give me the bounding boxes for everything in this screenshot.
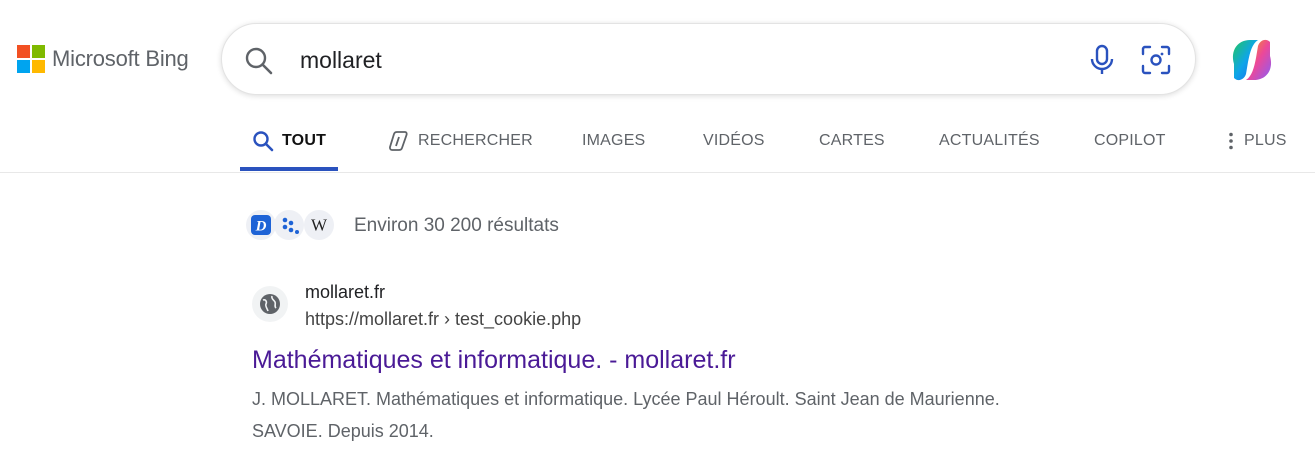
active-tab-indicator [240, 167, 338, 171]
tab-copilot[interactable]: COPILOT [1094, 112, 1166, 170]
tab-label: PLUS [1244, 132, 1287, 149]
site-url[interactable]: https://mollaret.fr › test_cookie.php [305, 309, 581, 330]
visual-search-icon[interactable] [1140, 44, 1172, 76]
tab-label: COPILOT [1094, 132, 1166, 149]
globe-icon[interactable] [252, 286, 288, 322]
wikipedia-icon: W [304, 210, 334, 240]
result-title-link[interactable]: Mathématiques et informatique. - mollare… [252, 346, 736, 375]
tab-maps[interactable]: CARTES [819, 112, 885, 170]
bing-logo[interactable]: Microsoft Bing [17, 45, 189, 73]
brand-name: Microsoft Bing [52, 46, 189, 71]
tab-label: TOUT [282, 132, 327, 149]
tab-more[interactable]: PLUS [1226, 112, 1287, 170]
tab-videos[interactable]: VIDÉOS [703, 112, 765, 170]
microsoft-logo-icon [17, 45, 45, 73]
more-icon [1229, 132, 1233, 150]
result-count: Environ 30 200 résultats [354, 215, 559, 236]
result-snippet: J. MOLLARET. Mathématiques et informatiq… [252, 383, 1152, 447]
search-tabs: TOUT RECHERCHER IMAGES VIDÉOS CARTES ACT… [0, 112, 1315, 173]
copilot-icon[interactable] [1224, 34, 1280, 86]
tab-label: IMAGES [582, 132, 646, 149]
tab-all[interactable]: TOUT [252, 112, 326, 170]
source-icons: D W [246, 210, 342, 242]
tab-label: ACTUALITÉS [939, 132, 1040, 149]
microphone-icon[interactable] [1088, 44, 1116, 76]
tab-images[interactable]: IMAGES [582, 112, 645, 170]
svg-text:W: W [311, 216, 328, 235]
site-name[interactable]: mollaret.fr [305, 282, 385, 303]
tab-search[interactable]: RECHERCHER [386, 112, 533, 170]
tab-label: RECHERCHER [418, 132, 533, 149]
search-input[interactable] [300, 44, 1060, 76]
copilot-search-icon [389, 131, 408, 151]
search-box[interactable] [221, 23, 1196, 95]
snippet-line: J. MOLLARET. Mathématiques et informatiq… [252, 389, 1000, 409]
tab-label: VIDÉOS [703, 132, 765, 149]
search-icon [253, 131, 274, 152]
tab-news[interactable]: ACTUALITÉS [939, 112, 1040, 170]
dots-logo-icon [274, 210, 304, 240]
svg-text:D: D [255, 219, 267, 235]
dictionary-icon: D [246, 210, 276, 240]
tab-label: CARTES [819, 132, 885, 149]
snippet-line: SAVOIE. Depuis 2014. [252, 421, 434, 441]
search-icon[interactable] [244, 46, 274, 76]
